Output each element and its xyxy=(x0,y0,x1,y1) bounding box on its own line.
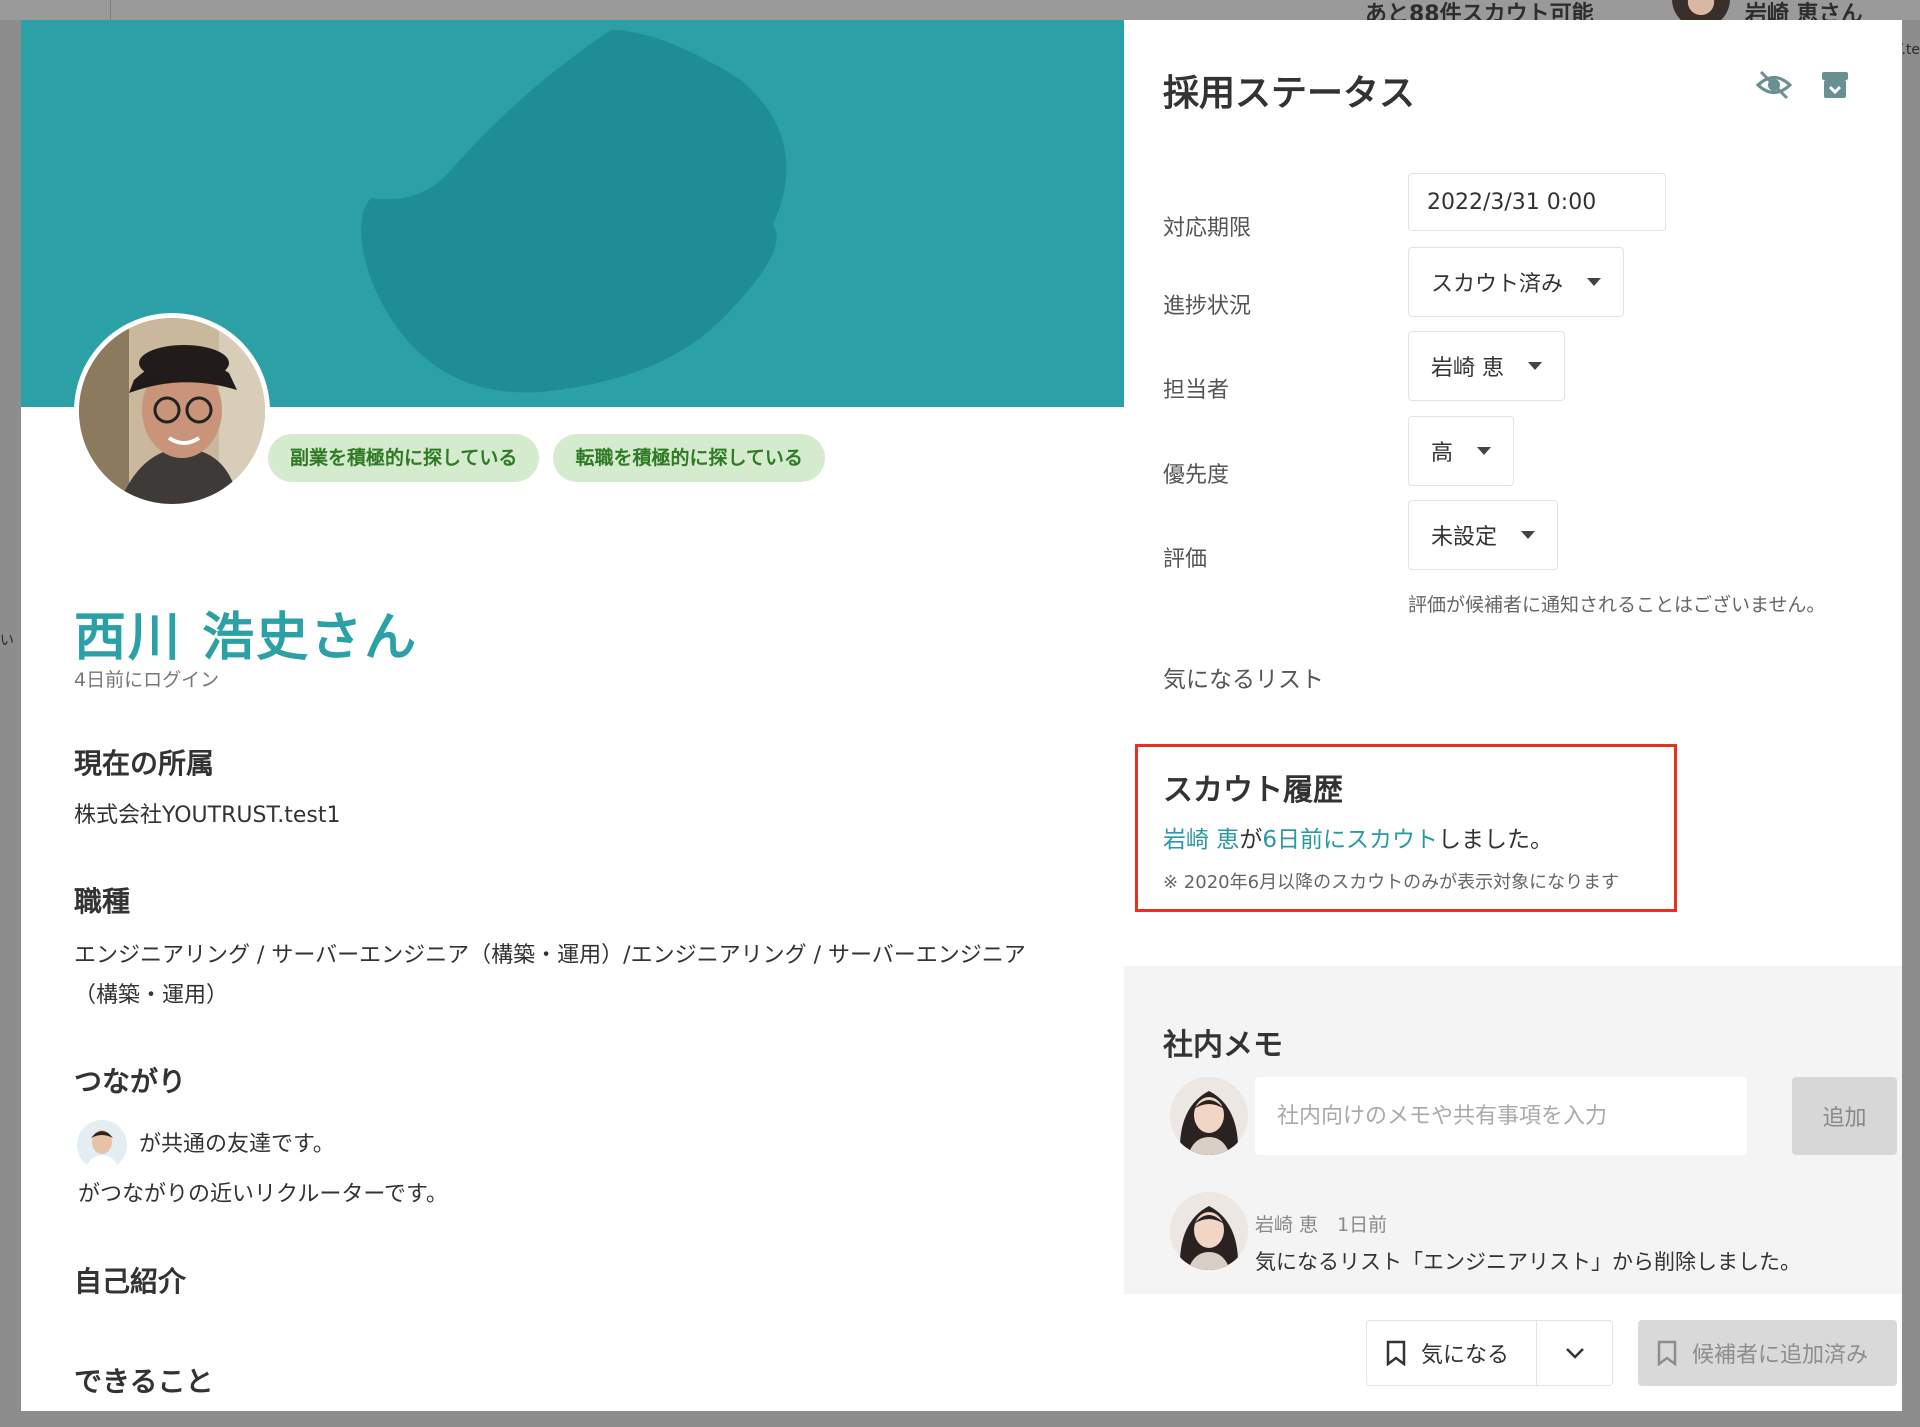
memo-input[interactable] xyxy=(1255,1077,1747,1155)
favorite-dropdown-button[interactable] xyxy=(1537,1321,1612,1385)
job-title-line-1: エンジニアリング / サーバーエンジニア（構築・運用）/エンジニアリング / サ… xyxy=(74,943,1026,968)
owner-select[interactable]: 岩崎 恵 xyxy=(1408,331,1565,401)
profile-pane: 副業を積極的に探している 転職を積極的に探している 西川 浩史さん 4日前にログ… xyxy=(21,20,1124,1411)
progress-label: 進捗状況 xyxy=(1163,294,1252,319)
connection-friend-text: が共通の友達です。 xyxy=(139,1132,335,1157)
rating-select[interactable]: 未設定 xyxy=(1408,500,1559,570)
background-topbar xyxy=(0,0,1920,20)
deadline-label: 対応期限 xyxy=(1163,216,1252,241)
progress-value: スカウト済み xyxy=(1431,272,1564,297)
chevron-down-icon xyxy=(1477,447,1492,455)
memo-entry-text: 気になるリスト「エンジニアリスト」から削除しました。 xyxy=(1255,1250,1801,1274)
favorite-button-group: 気になる xyxy=(1366,1320,1613,1386)
job-title-line-2: （構築・運用） xyxy=(74,983,229,1008)
favorite-label: 気になる xyxy=(1421,1343,1510,1368)
owner-value: 岩崎 恵 xyxy=(1431,356,1504,381)
status-heading: 採用ステータス xyxy=(1163,73,1416,114)
memo-entry-meta: 岩崎 恵 1日前 xyxy=(1255,1214,1388,1236)
scout-history-heading: スカウト履歴 xyxy=(1163,773,1343,808)
owner-label: 担当者 xyxy=(1163,378,1230,403)
background-text: い xyxy=(0,633,14,649)
memo-add-button[interactable]: 追加 xyxy=(1792,1077,1897,1155)
affiliation-heading: 現在の所属 xyxy=(74,747,215,780)
archive-icon[interactable] xyxy=(1814,64,1856,106)
scout-user-link[interactable]: 岩崎 恵 xyxy=(1163,827,1239,853)
skills-heading: できること xyxy=(74,1365,214,1398)
priority-value: 高 xyxy=(1431,441,1454,466)
progress-select[interactable]: スカウト済み xyxy=(1408,247,1625,317)
eye-off-icon[interactable] xyxy=(1753,64,1795,106)
profile-avatar xyxy=(74,313,270,509)
tag-job-change: 転職を積極的に探している xyxy=(553,434,825,482)
bookmark-icon xyxy=(1386,1340,1406,1366)
status-pane: 採用ステータス 対応期限 2022/3/31 0:00 進捗状況 スカウト済み xyxy=(1124,20,1902,1411)
rating-note: 評価が候補者に通知されることはございません。 xyxy=(1408,594,1826,616)
chevron-down-icon xyxy=(1528,362,1542,370)
candidate-name: 西川 浩史さん xyxy=(74,608,419,668)
candidate-modal: 副業を積極的に探している 転職を積極的に探している 西川 浩史さん 4日前にログ… xyxy=(21,20,1902,1411)
job-title-heading: 職種 xyxy=(74,885,131,918)
scout-history-entry: 岩崎 恵が6日前にスカウトしました。 xyxy=(1163,820,1553,854)
scout-history-note: ※ 2020年6月以降のスカウトのみが表示対象になります xyxy=(1163,872,1620,893)
rating-label: 評価 xyxy=(1163,547,1208,572)
favorites-list-label: 気になるリスト xyxy=(1163,667,1324,693)
chevron-down-icon xyxy=(1565,1348,1584,1359)
scout-remaining-text: あと88件スカウト可能 xyxy=(1365,2,1594,20)
added-to-candidates-label: 候補者に追加済み xyxy=(1692,1343,1869,1368)
last-login: 4日前にログイン xyxy=(74,669,220,691)
memo-heading: 社内メモ xyxy=(1163,1028,1283,1063)
profile-photo xyxy=(79,318,265,504)
memo-entry-avatar xyxy=(1170,1192,1248,1270)
affiliation-text: 株式会社YOUTRUST.test1 xyxy=(74,803,341,828)
background-divider xyxy=(110,0,111,20)
chevron-down-icon xyxy=(1521,531,1536,539)
header-user-name[interactable]: 岩崎 恵さん xyxy=(1745,0,1863,20)
bookmark-icon xyxy=(1657,1340,1677,1366)
rating-value: 未設定 xyxy=(1431,525,1498,550)
scout-time-link[interactable]: 6日前にスカウト xyxy=(1262,827,1438,853)
added-to-candidates-button[interactable]: 候補者に追加済み xyxy=(1638,1320,1897,1386)
friend-avatar[interactable] xyxy=(77,1120,127,1170)
tag-side-job: 副業を積極的に探している xyxy=(268,434,540,482)
memo-author-avatar xyxy=(1170,1077,1248,1155)
deadline-field[interactable]: 2022/3/31 0:00 xyxy=(1408,173,1666,231)
status-tags: 副業を積極的に探している 転職を積極的に探している xyxy=(268,434,825,482)
priority-select[interactable]: 高 xyxy=(1408,416,1515,486)
favorite-button[interactable]: 気になる xyxy=(1367,1321,1537,1385)
scout-suffix: しました。 xyxy=(1437,827,1553,853)
priority-label: 優先度 xyxy=(1163,463,1230,488)
connections-heading: つながり xyxy=(74,1065,187,1098)
intro-heading: 自己紹介 xyxy=(74,1265,187,1298)
scout-ga: が xyxy=(1239,827,1263,853)
chevron-down-icon xyxy=(1587,278,1602,286)
connection-recruiter-text: がつながりの近いリクルーターです。 xyxy=(78,1182,448,1207)
deadline-value: 2022/3/31 0:00 xyxy=(1427,189,1597,215)
